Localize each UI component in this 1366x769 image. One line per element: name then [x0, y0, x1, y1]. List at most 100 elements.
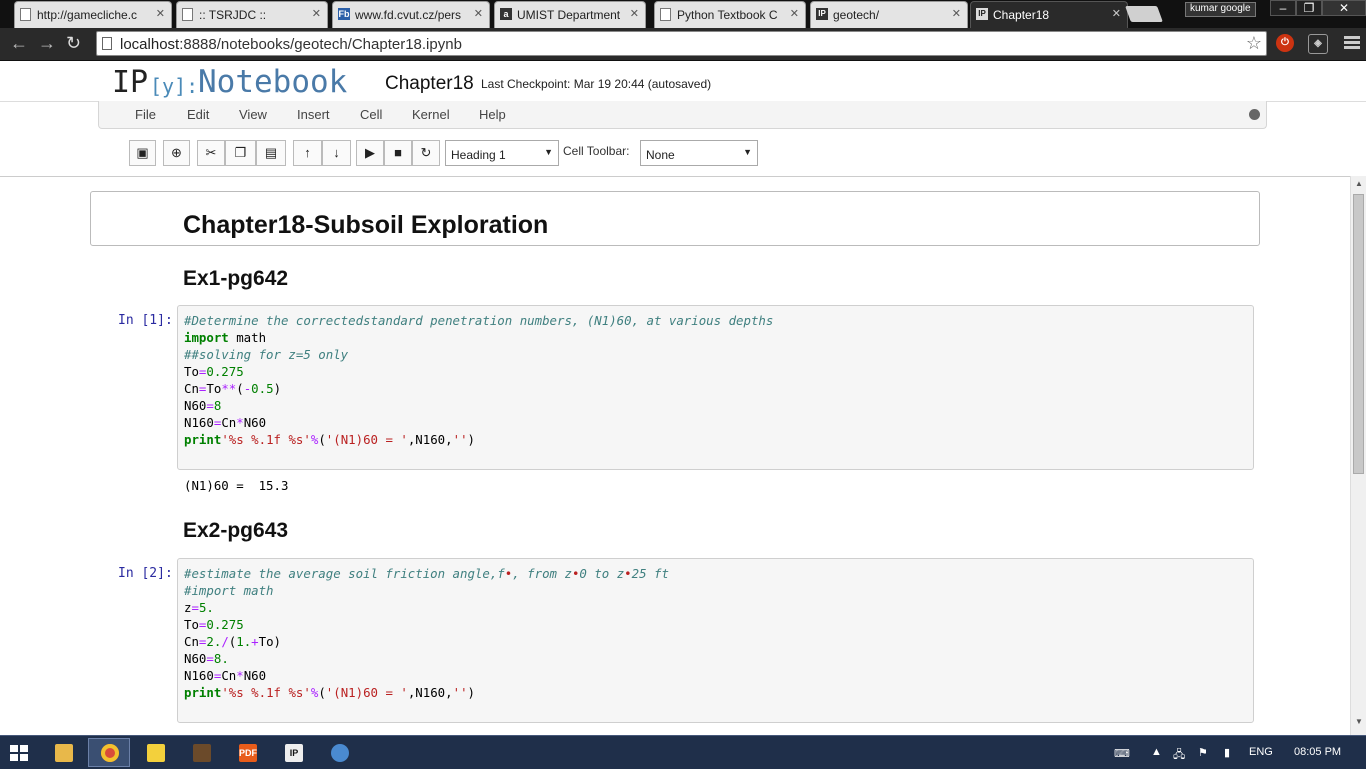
show-hidden-icons[interactable]: ▲: [1151, 746, 1162, 758]
code-token: To: [206, 381, 222, 396]
menu-cell[interactable]: Cell: [360, 107, 382, 122]
code-line[interactable]: print'%s %.1f %s'%('(N1)60 = ',N160,''): [184, 684, 1247, 701]
code-cell-1[interactable]: #Determine the correctedstandard penetra…: [177, 305, 1254, 470]
move-down-button[interactable]: ↓: [322, 140, 351, 166]
close-icon[interactable]: ✕: [790, 7, 799, 20]
code-line[interactable]: N60=8.: [184, 650, 1247, 667]
notebook-name[interactable]: Chapter18: [385, 73, 474, 95]
battery-icon[interactable]: ▮: [1224, 746, 1230, 759]
menu-view[interactable]: View: [239, 107, 267, 122]
menu-file[interactable]: File: [135, 107, 156, 122]
shield-icon[interactable]: ◈: [1308, 34, 1328, 54]
adblock-icon[interactable]: ⏻: [1276, 34, 1294, 52]
logo-notebook[interactable]: Notebook: [198, 64, 347, 100]
heading-cell-selected[interactable]: Chapter18-Subsoil Exploration: [90, 191, 1260, 246]
network-icon[interactable]: 🖧: [1173, 746, 1185, 765]
checkpoint-status: Last Checkpoint: Mar 19 20:44 (autosaved…: [481, 77, 712, 91]
browser-tab-tsrjdc[interactable]: :: TSRJDC :: ✕: [176, 1, 328, 28]
ex2-heading[interactable]: Ex2-pg643: [183, 519, 288, 543]
run-cell-button[interactable]: ▶: [356, 140, 384, 166]
code-line[interactable]: z=5.: [184, 599, 1247, 616]
close-icon[interactable]: ✕: [474, 7, 483, 20]
keyboard-icon[interactable]: ⌨: [1114, 747, 1130, 760]
code-line[interactable]: import math: [184, 329, 1247, 346]
insert-cell-button[interactable]: ⊕: [163, 140, 190, 166]
taskbar-paint[interactable]: [318, 738, 360, 767]
ex1-heading[interactable]: Ex1-pg642: [183, 267, 288, 291]
code-token: N60: [243, 668, 267, 683]
code-line[interactable]: ##solving for z=5 only: [184, 346, 1247, 363]
close-icon[interactable]: ✕: [630, 7, 639, 20]
clock[interactable]: 08:05 PM: [1294, 746, 1341, 758]
code-line[interactable]: To=0.275: [184, 616, 1247, 633]
windows-start-icon[interactable]: [10, 745, 28, 761]
browser-tab-gamecliche[interactable]: http://gamecliche.c ✕: [14, 1, 172, 28]
cell-toolbar-select[interactable]: None ▼: [640, 140, 758, 166]
browser-tab-umist[interactable]: a UMIST Department ✕: [494, 1, 646, 28]
close-icon[interactable]: ✕: [1112, 7, 1121, 20]
star-icon[interactable]: ☆: [1246, 33, 1262, 54]
tab-title: http://gamecliche.c: [37, 8, 138, 22]
menu-kernel[interactable]: Kernel: [412, 107, 450, 122]
code-line[interactable]: #import math: [184, 582, 1247, 599]
code-line[interactable]: N160=Cn*N60: [184, 667, 1247, 684]
menu-help[interactable]: Help: [479, 107, 506, 122]
language-indicator[interactable]: ENG: [1249, 746, 1273, 758]
code-line[interactable]: To=0.275: [184, 363, 1247, 380]
new-tab-button[interactable]: [1125, 6, 1163, 22]
profile-button[interactable]: kumar google: [1185, 2, 1256, 17]
taskbar-ipython[interactable]: IP: [272, 738, 314, 767]
address-bar[interactable]: localhost:8888/notebooks/geotech/Chapter…: [96, 31, 1267, 56]
back-arrow-icon[interactable]: ←: [10, 33, 28, 54]
save-button[interactable]: ▣: [129, 140, 156, 166]
cell-toolbar-value: None: [646, 148, 675, 162]
hamburger-menu-icon[interactable]: [1344, 36, 1360, 50]
close-icon[interactable]: ✕: [952, 7, 961, 20]
move-up-button[interactable]: ↑: [293, 140, 322, 166]
code-line[interactable]: #Determine the correctedstandard penetra…: [184, 312, 1247, 329]
code-line[interactable]: print'%s %.1f %s'%('(N1)60 = ',N160,''): [184, 431, 1247, 448]
code-line[interactable]: N60=8: [184, 397, 1247, 414]
code-cell-2[interactable]: #estimate the average soil friction angl…: [177, 558, 1254, 723]
interrupt-kernel-button[interactable]: ■: [384, 140, 412, 166]
close-window-button[interactable]: ✕: [1322, 0, 1366, 16]
taskbar-pdf[interactable]: PDF: [226, 738, 268, 767]
menu-insert[interactable]: Insert: [297, 107, 330, 122]
browser-tab-python-textbook[interactable]: Python Textbook C ✕: [654, 1, 806, 28]
notebook-menubar: File Edit View Insert Cell Kernel Help: [98, 101, 1267, 129]
scroll-up-icon[interactable]: ▲: [1355, 179, 1363, 188]
scrollbar[interactable]: ▲ ▼: [1350, 176, 1366, 735]
scroll-down-icon[interactable]: ▼: [1355, 717, 1363, 726]
code-token: 25 ft: [631, 566, 669, 581]
cell-type-select[interactable]: Heading 1 ▼: [445, 140, 559, 166]
code-token: Cn: [184, 634, 199, 649]
code-token: #Determine the correctedstandard penetra…: [184, 313, 774, 328]
taskbar-chrome[interactable]: [88, 738, 130, 767]
flag-icon[interactable]: ⚑: [1198, 746, 1208, 759]
code-line[interactable]: Cn=To**(-0.5): [184, 380, 1247, 397]
close-icon[interactable]: ✕: [312, 7, 321, 20]
minimize-button[interactable]: –: [1270, 0, 1296, 16]
code-line[interactable]: N160=Cn*N60: [184, 414, 1247, 431]
menu-edit[interactable]: Edit: [187, 107, 209, 122]
taskbar-file-explorer[interactable]: [42, 738, 84, 767]
code-token: =: [191, 600, 199, 615]
maximize-button[interactable]: ❐: [1296, 0, 1322, 16]
code-token: *: [236, 668, 244, 683]
restart-kernel-button[interactable]: ↻: [412, 140, 440, 166]
code-line[interactable]: Cn=2./(1.+To): [184, 633, 1247, 650]
forward-arrow-icon[interactable]: →: [38, 33, 56, 54]
browser-tab-fd-cvut[interactable]: Fb www.fd.cvut.cz/pers ✕: [332, 1, 490, 28]
scrollbar-thumb[interactable]: [1353, 194, 1364, 474]
paste-cell-button[interactable]: ▤: [256, 140, 286, 166]
browser-tab-geotech[interactable]: IP geotech/ ✕: [810, 1, 968, 28]
taskbar-sticky-notes[interactable]: [134, 738, 176, 767]
close-icon[interactable]: ✕: [156, 7, 165, 20]
copy-cell-button[interactable]: ❐: [225, 140, 256, 166]
taskbar-terminal[interactable]: [180, 738, 222, 767]
code-line[interactable]: #estimate the average soil friction angl…: [184, 565, 1247, 582]
url-text[interactable]: localhost:8888/notebooks/geotech/Chapter…: [120, 36, 462, 53]
cut-cell-button[interactable]: ✂: [197, 140, 225, 166]
reload-icon[interactable]: ↻: [66, 33, 81, 54]
browser-tab-chapter18[interactable]: IP Chapter18 ✕: [970, 1, 1128, 28]
